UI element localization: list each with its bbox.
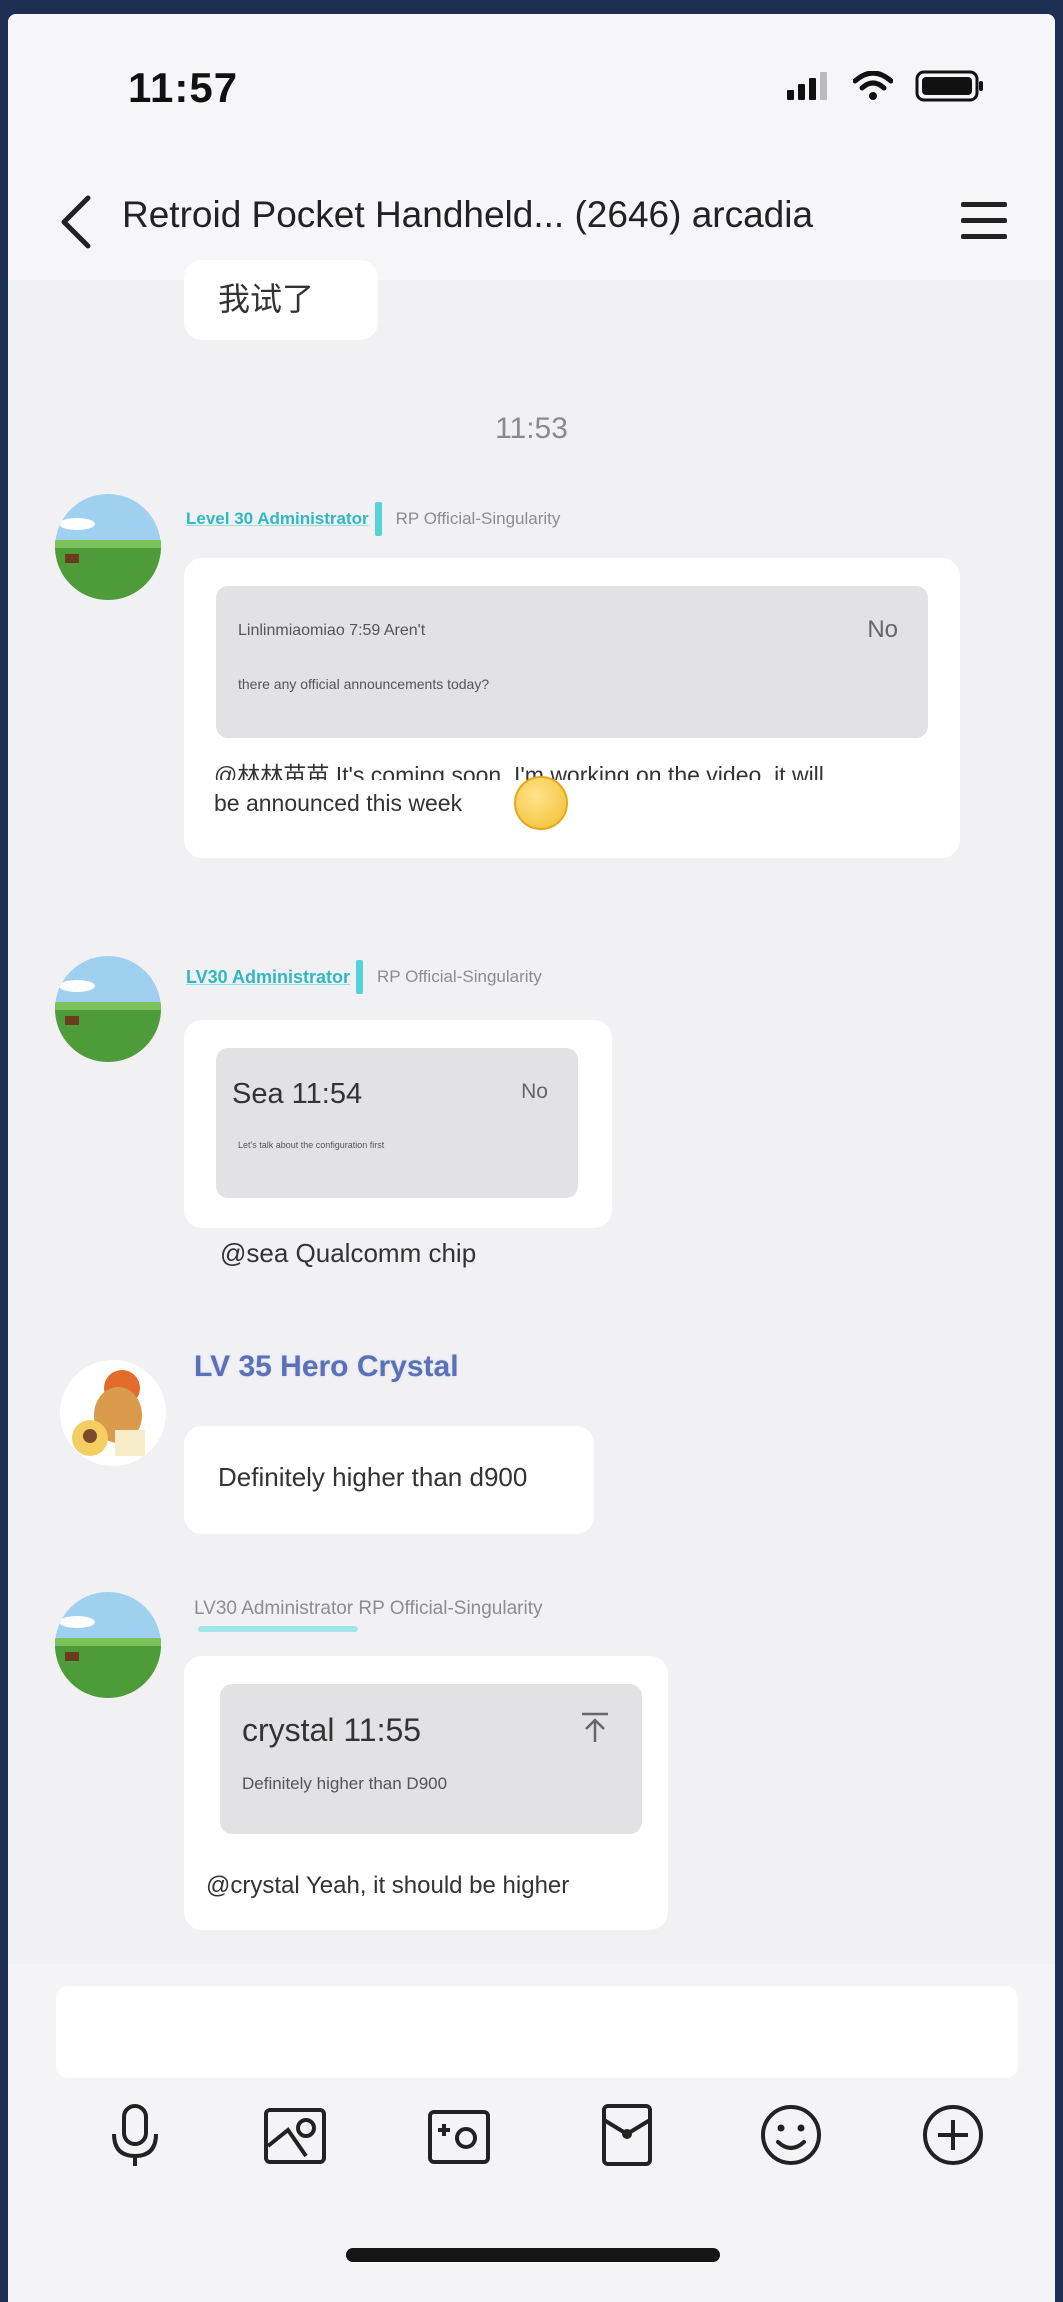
quote-body: Definitely higher than D900 (242, 1774, 448, 1793)
red-envelope-icon[interactable] (592, 2100, 662, 2170)
quote-header: crystal 11:55 (242, 1712, 422, 1748)
sender-rank: Level 30 Administrator (186, 509, 369, 528)
chat-header: Retroid Pocket Handheld... (2646) arcadi… (8, 164, 1055, 280)
message-bubble-continued: be announced this week (184, 776, 960, 858)
message-text-line1: @sea Qualcomm chip (220, 1238, 477, 1268)
rank-accent-bar (356, 960, 364, 994)
sender-rank: LV30 Administrator (186, 966, 351, 987)
avatar-landscape-icon (55, 494, 161, 600)
status-icons (787, 70, 985, 102)
message-text-line2: be announced this week (214, 790, 463, 816)
phone-screen: 11:57 Retroid Pocket Handheld... (2646) … (8, 14, 1055, 2302)
sender-name-row: LV30 Administrator RP Official-Singulari… (186, 960, 542, 994)
message-bubble[interactable]: Definitely higher than d900 (184, 1426, 594, 1534)
camera-icon[interactable] (424, 2100, 494, 2170)
avatar-landscape-icon (55, 1592, 161, 1698)
hamburger-menu-icon[interactable] (957, 196, 1011, 246)
chat-timestamp: 11:53 (495, 412, 568, 445)
composer-toolbar (8, 2100, 1055, 2190)
rank-accent-bar (374, 502, 382, 536)
image-icon[interactable] (260, 2100, 330, 2170)
microphone-icon[interactable] (100, 2100, 170, 2170)
sender-name-row: LV30 Administrator RP Official-Singulari… (194, 1598, 543, 1620)
avatar-landscape-icon (55, 956, 161, 1062)
rank-accent-underline (198, 1626, 358, 1632)
quoted-message[interactable]: Sea 11:54 No Let's talk about the config… (216, 1048, 578, 1198)
chat-title: Retroid Pocket Handheld... (2646) arcadi… (122, 194, 814, 235)
avatar-cartoon-icon (60, 1360, 166, 1466)
sender-role: LV30 Administrator RP Official-Singulari… (194, 1598, 543, 1619)
emoji-icon[interactable] (756, 2100, 826, 2170)
quote-header: Linlinmiaomiao 7:59 Aren't (238, 622, 426, 639)
plus-icon[interactable] (918, 2100, 988, 2170)
wifi-icon (853, 71, 893, 100)
quote-tag: No (867, 616, 898, 643)
sender-name-row: Level 30 Administrator RP Official-Singu… (186, 502, 560, 536)
avatar-admin-2[interactable] (55, 956, 161, 1062)
quote-tag: No (521, 1080, 548, 1103)
cellular-signal-icon (787, 72, 827, 100)
smirk-emoji-icon (514, 776, 568, 830)
message-text-partial: 我试了 (218, 281, 315, 317)
sender-role: RP Official-Singularity (395, 509, 561, 528)
status-time: 11:57 (128, 64, 239, 111)
message-list[interactable]: 我试了 11:53 Level 30 Administrator RP Offi… (8, 260, 1055, 1980)
message-bubble-partial[interactable]: 我试了 (184, 260, 378, 340)
pin-top-icon[interactable] (578, 1710, 612, 1744)
avatar-admin-1[interactable] (55, 494, 161, 600)
home-indicator[interactable] (346, 2248, 720, 2262)
avatar-admin-3[interactable] (55, 1592, 161, 1698)
sender-name: LV 35 Hero Crystal (194, 1350, 459, 1383)
message-bubble[interactable]: Linlinmiaomiao 7:59 Aren't No there any … (184, 558, 960, 794)
message-input[interactable] (56, 1986, 1018, 2078)
back-chevron-icon[interactable] (48, 190, 108, 254)
message-text-line1: Definitely higher than d900 (218, 1462, 528, 1492)
quote-body: Let's talk about the configuration first (238, 1140, 385, 1150)
status-bar: 11:57 (8, 14, 1055, 164)
quoted-message[interactable]: crystal 11:55 Definitely higher than D90… (220, 1684, 642, 1834)
message-bubble[interactable]: Sea 11:54 No Let's talk about the config… (184, 1020, 612, 1228)
quote-body: there any official announcements today? (238, 676, 490, 692)
avatar-hero-crystal[interactable] (60, 1360, 166, 1466)
quote-header: Sea 11:54 (232, 1078, 363, 1110)
battery-icon (915, 70, 983, 102)
message-bubble[interactable]: crystal 11:55 Definitely higher than D90… (184, 1656, 668, 1930)
quoted-message[interactable]: Linlinmiaomiao 7:59 Aren't No there any … (216, 586, 928, 738)
message-text-line1: @crystal Yeah, it should be higher (206, 1872, 570, 1899)
sender-role: RP Official-Singularity (377, 967, 542, 986)
